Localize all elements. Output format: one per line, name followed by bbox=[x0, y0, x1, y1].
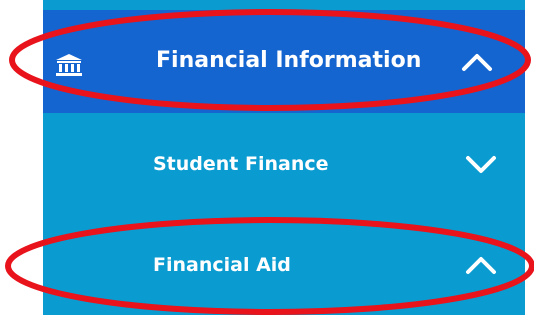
chevron-up-icon[interactable] bbox=[461, 52, 493, 72]
screenshot-stage: Financial Information Student Finance Fi… bbox=[0, 0, 534, 315]
menu-item-student-finance[interactable]: Student Finance bbox=[43, 113, 525, 213]
menu-item-financial-aid[interactable]: Financial Aid bbox=[43, 213, 525, 315]
menu-item-financial-information[interactable]: Financial Information bbox=[43, 10, 525, 113]
financial-nav-menu: Financial Information Student Finance Fi… bbox=[43, 0, 525, 315]
bank-icon bbox=[56, 54, 82, 76]
menu-item-label: Financial Information bbox=[156, 48, 422, 73]
menu-item-label: Financial Aid bbox=[153, 254, 291, 276]
chevron-down-icon[interactable] bbox=[465, 155, 497, 175]
menu-item-label: Student Finance bbox=[153, 153, 329, 175]
chevron-up-icon[interactable] bbox=[465, 255, 497, 275]
